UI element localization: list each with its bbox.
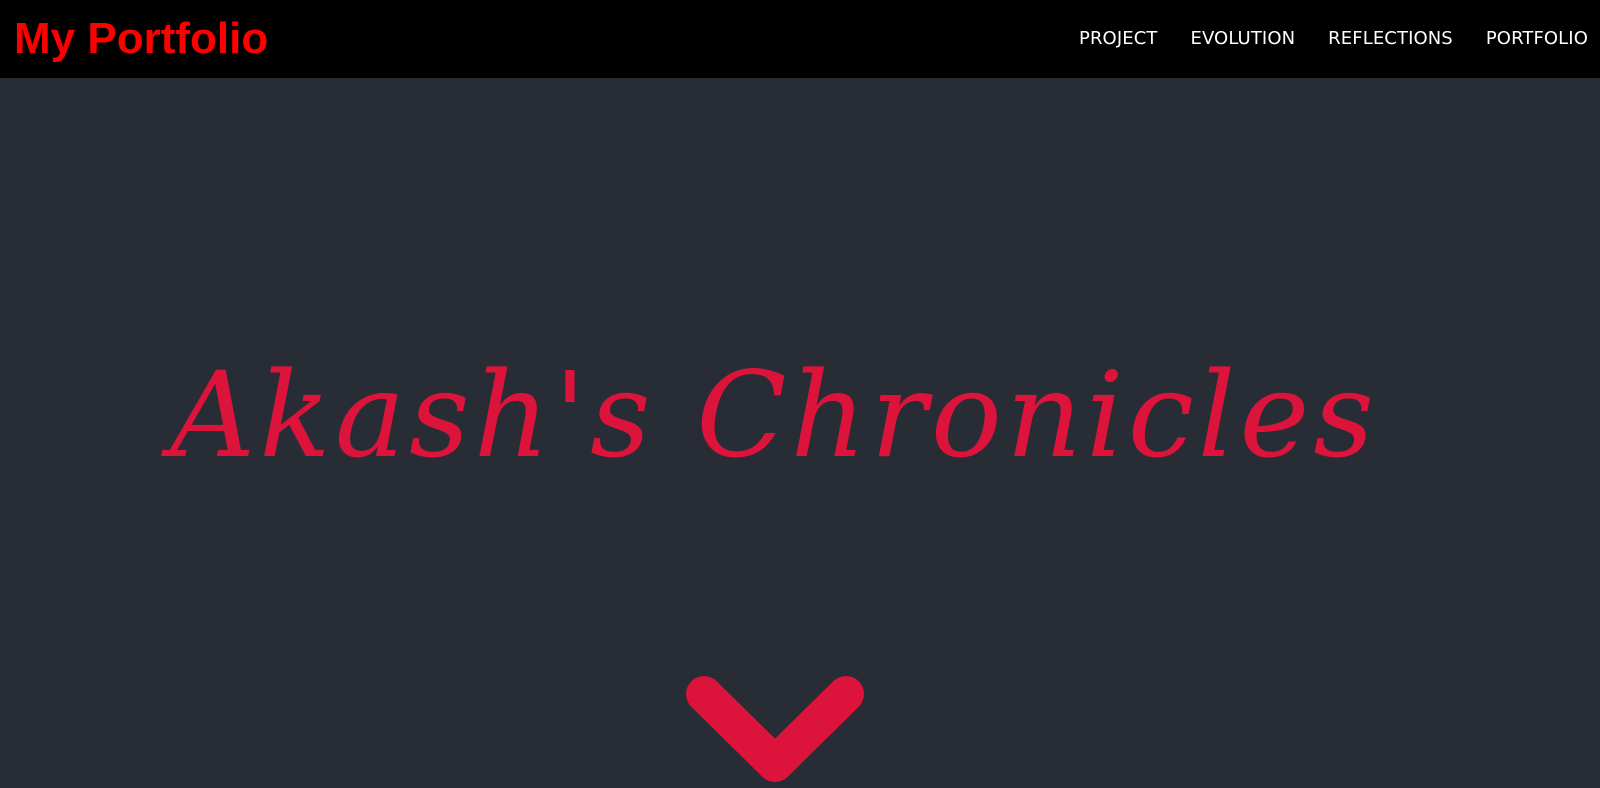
brand-logo[interactable]: My Portfolio (14, 8, 268, 70)
navbar: My Portfolio PROJECT EVOLUTION REFLECTIO… (0, 0, 1600, 78)
nav-link-project[interactable]: PROJECT (1079, 28, 1157, 49)
nav-link-evolution[interactable]: EVOLUTION (1190, 28, 1295, 49)
nav-link-portfolio[interactable]: PORTFOLIO (1486, 28, 1588, 49)
chevron-down-icon (686, 676, 864, 782)
nav-links: PROJECT EVOLUTION REFLECTIONS PORTFOLIO (1046, 0, 1588, 76)
nav-link-reflections[interactable]: REFLECTIONS (1328, 28, 1453, 49)
scroll-down-button[interactable] (686, 676, 864, 788)
hero-title: Akash's Chronicles (170, 346, 1378, 484)
hero-section: Akash's Chronicles (0, 78, 1600, 782)
